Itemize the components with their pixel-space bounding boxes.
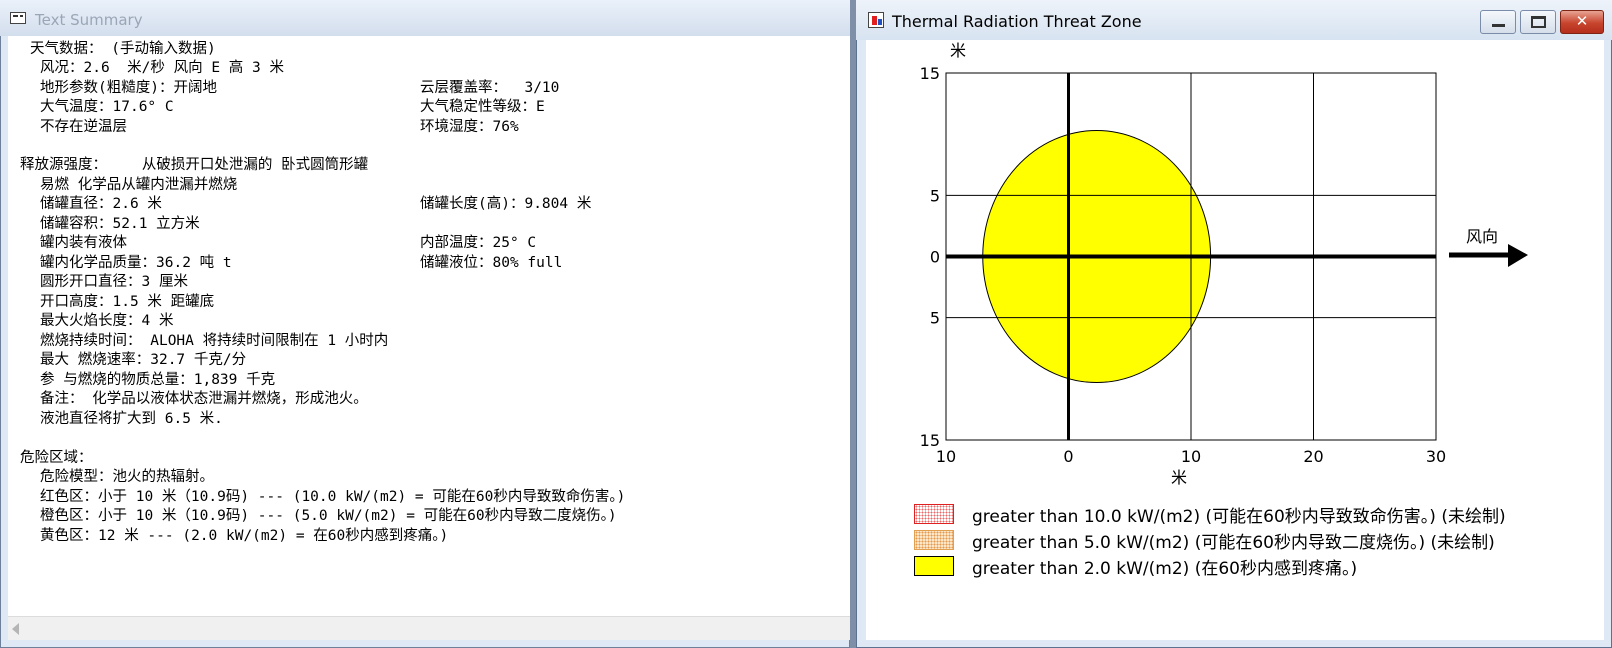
app-icon (868, 12, 884, 28)
x-tick-label: 30 (1426, 447, 1446, 466)
text-line: 风况：2.6 米/秒 风向 E 高 3 米 (40, 60, 284, 76)
y-tick-label: 5 (930, 186, 940, 205)
text-line: 危险区域： (20, 450, 93, 466)
text-line: 黄色区：12 米 --- (2.0 kW/(m2) = 在60秒内感到疼痛。) (40, 528, 449, 544)
text-line: 不存在逆温层 (40, 119, 127, 135)
text-line: 地形参数(粗糙度)：开阔地 (40, 80, 217, 96)
y-tick-labels: 15 5 0 5 15 (920, 64, 940, 450)
text-line: 燃烧持续时间： ALOHA 将持续时间限制在 1 小时内 (40, 333, 389, 349)
maximize-button[interactable] (1520, 10, 1556, 34)
y-axis-label: 米 (950, 41, 966, 60)
wind-label: 风向 (1466, 227, 1498, 246)
scroll-left-icon[interactable] (12, 623, 19, 635)
text-line: 开口高度：1.5 米 距罐底 (40, 294, 215, 310)
yellow-swatch (914, 556, 954, 576)
summary-text: 天气数据： (手动输入数据) 风况：2.6 米/秒 风向 E 高 3 米地形参数(… (8, 36, 850, 616)
text-line: 最大 燃烧速率：32.7 千克/分 (40, 352, 247, 368)
text-area[interactable]: 天气数据： (手动输入数据) 风况：2.6 米/秒 风向 E 高 3 米地形参数(… (8, 36, 850, 640)
legend-item-orange: greater than 5.0 kW/(m2) (可能在60秒内导致二度烧伤。… (914, 526, 1604, 553)
legend-text: greater than 10.0 kW/(m2) (可能在60秒内导致致命伤害… (972, 507, 1506, 527)
text-summary-window: Text Summary 天气数据： (手动输入数据) 风况：2.6 米/秒 风向… (0, 0, 850, 648)
legend-item-red: greater than 10.0 kW/(m2) (可能在60秒内导致致命伤害… (914, 500, 1604, 527)
close-icon: ✕ (1575, 12, 1589, 30)
title-bar[interactable]: Text Summary (0, 0, 850, 36)
x-tick-labels: 10 0 10 20 30 (936, 447, 1446, 466)
window-title: Text Summary (35, 11, 143, 29)
orange-swatch (914, 530, 954, 550)
y-tick-label: 15 (920, 64, 940, 83)
horizontal-scrollbar[interactable] (8, 616, 850, 640)
text-line: 云层覆盖率： 3/10 (420, 80, 560, 96)
text-line: 液池直径将扩大到 6.5 米. (40, 411, 223, 427)
window-title: Thermal Radiation Threat Zone (892, 12, 1142, 31)
minimize-button[interactable] (1480, 10, 1516, 34)
y-tick-label: 15 (920, 431, 940, 450)
text-line: 储罐长度(高)：9.804 米 (420, 196, 592, 212)
legend-item-yellow: greater than 2.0 kW/(m2) (在60秒内感到疼痛。) (914, 552, 1604, 579)
text-line: 大气稳定性等级：E (420, 99, 545, 115)
text-line: 大气温度：17.6° C (40, 99, 174, 115)
text-line: 罐内化学品质量：36.2 吨 t (40, 255, 232, 271)
text-line: 易燃 化学品从罐内泄漏并燃烧 (40, 177, 238, 193)
text-line: 储罐容积：52.1 立方米 (40, 216, 200, 232)
y-tick-label: 5 (930, 309, 940, 328)
x-axis-label: 米 (1171, 468, 1187, 487)
y-tick-label: 0 (930, 248, 940, 267)
x-tick-label: 20 (1303, 447, 1323, 466)
legend-text: greater than 5.0 kW/(m2) (可能在60秒内导致二度烧伤。… (972, 533, 1495, 553)
text-line: 红色区：小于 10 米（10.9码) --- (10.0 kW/(m2) = 可… (40, 489, 626, 505)
text-line: 危险模型：池火的热辐射。 (40, 469, 214, 485)
text-line: 释放源强度： 从破损开口处泄漏的 卧式圆筒形罐 (20, 157, 369, 173)
x-tick-label: 0 (1063, 447, 1073, 466)
text-line: 储罐直径：2.6 米 (40, 196, 162, 212)
legend-text: greater than 2.0 kW/(m2) (在60秒内感到疼痛。) (972, 559, 1358, 579)
text-line: 参 与燃烧的物质总量：1,839 千克 (40, 372, 276, 388)
text-line: 橙色区：小于 10 米（10.9码) --- (5.0 kW/(m2) = 可能… (40, 508, 617, 524)
text-line: 备注： 化学品以液体状态泄漏并燃烧，形成池火。 (40, 391, 368, 407)
close-button[interactable]: ✕ (1560, 10, 1604, 34)
threat-zone-window: Thermal Radiation Threat Zone ✕ 10 0 10 20 3… (856, 0, 1612, 648)
text-line: 最大火焰长度：4 米 (40, 313, 174, 329)
wind-arrow-icon (1449, 244, 1528, 267)
plot-area: 10 0 10 20 30 15 5 0 5 15 米 米 风向 greater than 10… (866, 40, 1604, 640)
title-bar[interactable]: Thermal Radiation Threat Zone ✕ (856, 0, 1612, 40)
text-line: 内部温度：25° C (420, 235, 537, 251)
maximize-icon (1531, 16, 1546, 28)
x-tick-label: 10 (1181, 447, 1201, 466)
text-line: 天气数据： (手动输入数据) (30, 41, 216, 57)
app-icon (10, 12, 26, 24)
text-line: 储罐液位：80% full (420, 255, 563, 271)
text-line: 圆形开口直径：3 厘米 (40, 274, 188, 290)
text-line: 罐内装有液体 (40, 235, 127, 251)
text-line: 环境湿度：76% (420, 119, 519, 135)
red-swatch (914, 504, 954, 524)
minimize-icon (1492, 24, 1505, 27)
